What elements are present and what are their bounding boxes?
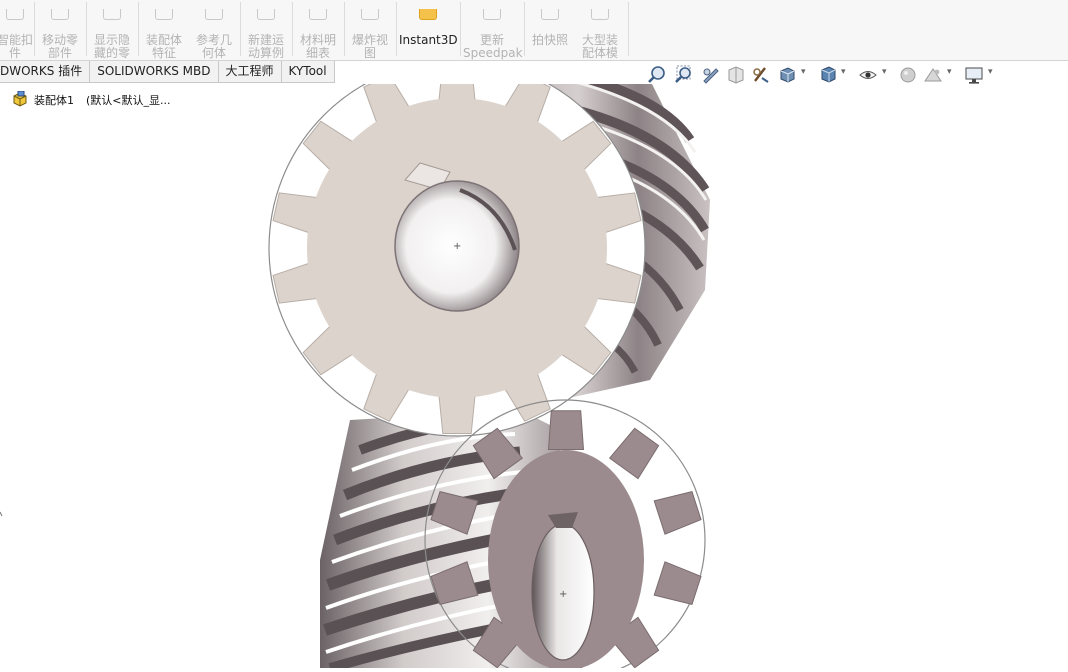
smart-fasteners-button[interactable]: 智能扣 件	[0, 0, 34, 60]
previous-view-icon[interactable]	[701, 64, 721, 86]
reference-geometry-button[interactable]: 参考几 何体 ▾	[192, 0, 236, 60]
apply-scene-icon[interactable]	[923, 64, 943, 86]
new-motion-study-label: 新建运 动算例	[247, 33, 284, 60]
update-speedpak-label: 更新 Speedpak	[463, 33, 523, 60]
large-assembly-mode-label: 大型装 配体模 式	[581, 33, 618, 61]
gear-tooth	[653, 561, 702, 605]
update-speedpak-button[interactable]: 更新 Speedpak	[463, 0, 523, 60]
update-speedpak-icon	[483, 9, 501, 20]
smart-fasteners-label: 智能扣 件	[0, 33, 33, 60]
display-style-icon[interactable]	[818, 64, 838, 86]
section-view-icon[interactable]	[726, 64, 746, 86]
ribbon-separator	[292, 2, 293, 56]
tab-solidworks-addins[interactable]: DWORKS 插件	[0, 61, 91, 83]
reference-geometry-icon	[205, 9, 223, 20]
bill-of-materials-icon	[309, 9, 327, 20]
reference-geometry-label: 参考几 何体	[195, 33, 232, 60]
show-hidden-components-label: 显示隐 藏的零 部件	[93, 33, 130, 61]
exploded-view-button[interactable]: 爆炸视 图 ▾	[348, 0, 392, 60]
chevron-down-icon[interactable]: ▾	[988, 67, 993, 77]
bill-of-materials-label: 材料明 细表	[299, 33, 336, 60]
chevron-down-icon[interactable]: ▾	[947, 67, 952, 77]
ribbon-separator	[396, 2, 397, 56]
hide-show-items-icon[interactable]	[858, 64, 878, 86]
gear-tooth	[608, 427, 660, 480]
graphics-area[interactable]: + +	[0, 59, 1068, 672]
gear-tooth	[653, 491, 702, 535]
tab-kytool[interactable]: KYTool	[281, 61, 335, 83]
chevron-down-icon[interactable]: ▾	[841, 67, 846, 77]
instant3d-icon	[419, 9, 437, 20]
move-component-icon	[51, 9, 69, 20]
ribbon-separator	[344, 2, 345, 56]
take-snapshot-button[interactable]: 拍快照	[527, 0, 573, 47]
assembly-features-button[interactable]: 装配体 特征 ▾	[142, 0, 186, 60]
edit-appearance-icon[interactable]	[898, 64, 918, 86]
new-motion-study-button[interactable]: 新建运 动算例	[244, 0, 288, 60]
new-motion-study-icon	[257, 9, 275, 20]
ribbon-separator	[34, 2, 35, 56]
assembly-features-icon	[155, 9, 173, 20]
tab-solidworks-mbd[interactable]: SOLIDWORKS MBD	[90, 61, 219, 83]
assembly-features-label: 装配体 特征	[145, 33, 182, 60]
bill-of-materials-button[interactable]: 材料明 细表	[296, 0, 340, 60]
ribbon-separator	[138, 2, 139, 56]
exploded-view-icon	[361, 9, 379, 20]
zoom-to-fit-icon[interactable]	[647, 64, 667, 86]
chevron-down-icon[interactable]: ▾	[801, 67, 806, 77]
smart-fasteners-icon	[6, 9, 24, 20]
view-settings-icon[interactable]	[964, 64, 984, 86]
tab-big-engineer[interactable]: 大工程师	[218, 61, 282, 83]
view-orientation-icon[interactable]	[777, 64, 797, 86]
move-component-label: 移动零 部件	[41, 33, 78, 60]
large-assembly-mode-button[interactable]: 大型装 配体模 式	[577, 0, 623, 61]
chevron-down-icon[interactable]: ▾	[882, 67, 887, 77]
command-manager-tabs: DWORKS 插件 SOLIDWORKS MBD 大工程师 KYTool	[0, 61, 335, 83]
large-assembly-mode-icon	[591, 9, 609, 20]
ribbon-separator	[240, 2, 241, 56]
instant3d-label: Instant3D	[399, 33, 458, 47]
camera-icon	[541, 9, 559, 20]
cursor-mark	[0, 511, 3, 517]
gear-model: + +	[0, 59, 710, 672]
take-snapshot-label: 拍快照	[531, 33, 568, 47]
show-hidden-components-icon	[103, 9, 121, 20]
command-ribbon: 智能扣 件 移动零 部件 ▾ 显示隐 藏的零 部件 装配体 特征 ▾ 参考几 何…	[0, 0, 1068, 61]
ribbon-separator	[460, 2, 461, 56]
svg-text:+: +	[559, 589, 567, 600]
ribbon-separator	[524, 2, 525, 56]
ribbon-separator	[86, 2, 87, 56]
show-hidden-components-button[interactable]: 显示隐 藏的零 部件	[90, 0, 134, 61]
ribbon-separator	[628, 2, 629, 56]
svg-text:+: +	[453, 241, 461, 252]
gear-tooth	[438, 392, 476, 434]
zoom-to-area-icon[interactable]	[674, 64, 694, 86]
move-component-button[interactable]: 移动零 部件 ▾	[38, 0, 82, 60]
gear-tooth	[547, 410, 585, 450]
instant3d-button[interactable]: Instant3D	[399, 0, 458, 47]
dynamic-annotation-icon[interactable]	[751, 64, 771, 86]
exploded-view-label: 爆炸视 图	[351, 33, 388, 60]
